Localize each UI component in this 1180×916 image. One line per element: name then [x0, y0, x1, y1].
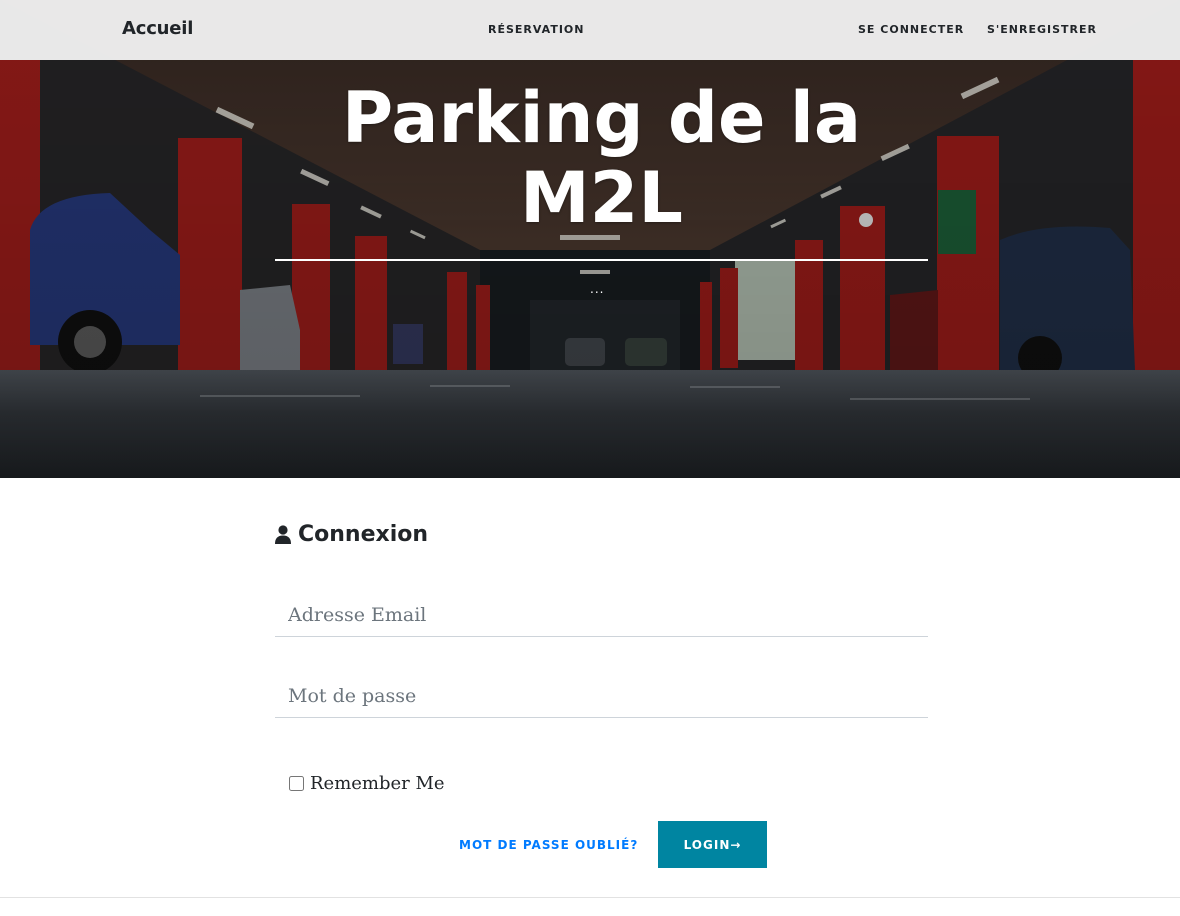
parking-garage-image [0, 0, 1180, 478]
remember-me-label: Remember Me [310, 773, 445, 794]
password-field[interactable] [275, 674, 928, 718]
hero-ornament: ... [590, 282, 605, 296]
nav-link-register[interactable]: S'enregistrer [987, 23, 1097, 36]
top-navbar: Accueil Réservation Se connecter S'enreg… [0, 0, 1180, 60]
login-button[interactable]: Login→ [658, 821, 767, 868]
nav-link-reservation[interactable]: Réservation [488, 23, 584, 36]
hero-title-line-2: M2L [520, 157, 683, 239]
hero-title-line-1: Parking de la [341, 77, 862, 159]
footer-divider [0, 897, 1180, 898]
nav-link-login[interactable]: Se connecter [858, 23, 964, 36]
hero-divider [275, 259, 928, 261]
email-field[interactable] [275, 593, 928, 637]
user-icon [275, 524, 291, 544]
remember-me[interactable]: Remember Me [289, 773, 445, 794]
hero-banner: Parking de la M2L ... [0, 0, 1180, 478]
login-heading: Connexion [275, 522, 428, 547]
forgot-password-link[interactable]: Mot de passe oublié? [459, 838, 638, 852]
brand-home-link[interactable]: Accueil [122, 18, 193, 39]
login-heading-text: Connexion [298, 522, 429, 547]
hero-title: Parking de la M2L [275, 78, 928, 238]
remember-me-checkbox[interactable] [289, 776, 304, 791]
